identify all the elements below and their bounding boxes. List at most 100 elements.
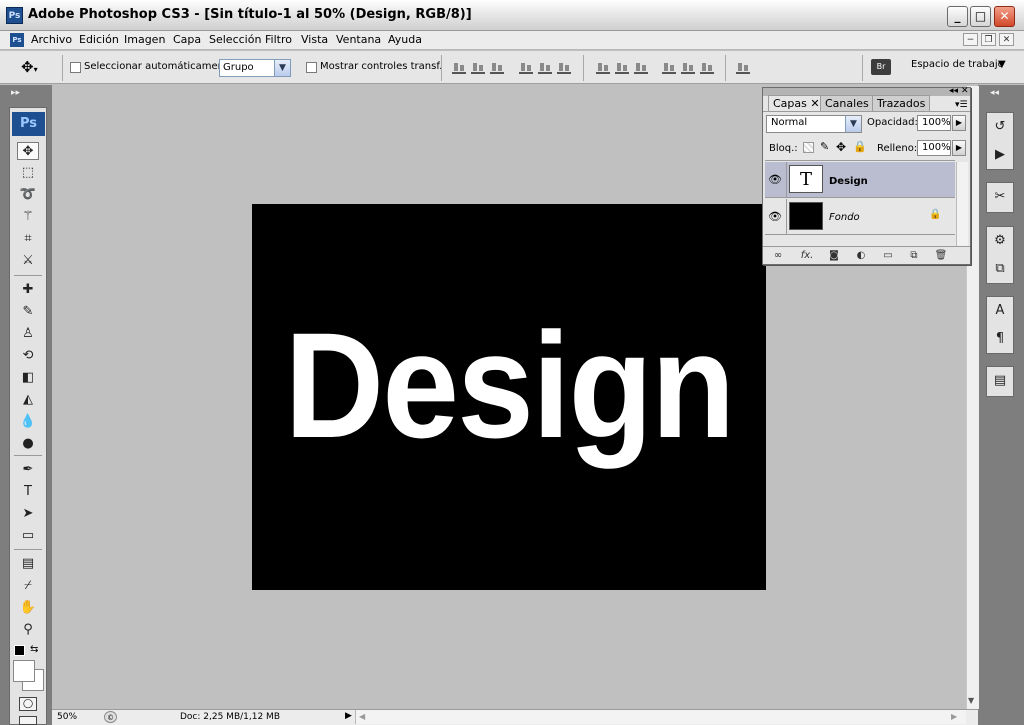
character-panel-icon[interactable]: A bbox=[989, 301, 1011, 321]
menu-filtro[interactable]: Filtro bbox=[265, 33, 292, 46]
swap-colors-icon[interactable]: ⇆ bbox=[30, 644, 38, 655]
fill-arrow-icon[interactable]: ▶ bbox=[952, 140, 966, 156]
layer-name-fondo[interactable]: Fondo bbox=[829, 212, 860, 223]
magic-wand-tool-icon[interactable]: ⚚ bbox=[17, 208, 39, 226]
panel-collapse-icon[interactable]: ◂◂ bbox=[949, 86, 958, 96]
doc-close-button[interactable]: ✕ bbox=[999, 33, 1014, 46]
blur-tool-icon[interactable]: 💧 bbox=[17, 413, 39, 431]
notes-tool-icon[interactable]: ▤ bbox=[17, 555, 39, 573]
adjustment-layer-icon[interactable]: ◐ bbox=[853, 249, 869, 263]
lasso-tool-icon[interactable]: ➰ bbox=[17, 186, 39, 204]
auto-select-checkbox[interactable] bbox=[70, 62, 81, 73]
auto-align-layers-icon[interactable] bbox=[736, 61, 750, 74]
tab-close-icon[interactable]: ✕ bbox=[810, 97, 819, 110]
eraser-tool-icon[interactable]: ◧ bbox=[17, 369, 39, 387]
screen-mode-icon[interactable] bbox=[19, 716, 37, 725]
menu-edicion[interactable]: Edición bbox=[79, 33, 119, 46]
quick-mask-icon[interactable]: ◯ bbox=[19, 697, 37, 711]
status-menu-arrow-icon[interactable]: ▶ bbox=[345, 711, 352, 721]
align-left-icon[interactable] bbox=[519, 61, 533, 74]
panel-menu-icon[interactable]: ▾☰ bbox=[955, 100, 968, 110]
actions-panel-icon[interactable]: ▶ bbox=[989, 145, 1011, 165]
path-selection-tool-icon[interactable]: ➤ bbox=[17, 505, 39, 523]
doc-restore-button[interactable]: ❐ bbox=[981, 33, 996, 46]
layer-comps-panel-icon[interactable]: ▤ bbox=[989, 371, 1011, 391]
history-panel-icon[interactable]: ↺ bbox=[989, 117, 1011, 137]
paragraph-panel-icon[interactable]: ¶ bbox=[989, 329, 1011, 349]
bridge-icon[interactable]: Br bbox=[871, 59, 891, 75]
photoshop-logo[interactable]: Ps bbox=[12, 112, 45, 136]
opacity-input[interactable]: 100% bbox=[917, 115, 951, 131]
document-icon[interactable]: Ps bbox=[10, 33, 24, 47]
distribute-vertical-center-icon[interactable] bbox=[615, 61, 629, 74]
move-tool-icon[interactable]: ✥ bbox=[17, 142, 39, 160]
lock-pixels-icon[interactable]: ✎ bbox=[820, 140, 829, 153]
lock-all-icon[interactable]: 🔒 bbox=[853, 140, 867, 153]
canvas-text-layer[interactable]: Design bbox=[273, 300, 746, 470]
clone-stamp-tool-icon[interactable]: ♙ bbox=[17, 325, 39, 343]
doc-minimize-button[interactable]: − bbox=[963, 33, 978, 46]
blend-mode-dropdown[interactable]: Normal ▼ bbox=[766, 115, 862, 133]
fill-input[interactable]: 100% bbox=[917, 140, 951, 156]
minimize-button[interactable]: _ bbox=[947, 6, 968, 27]
menu-imagen[interactable]: Imagen bbox=[124, 33, 165, 46]
move-tool-icon[interactable]: ✥▾ bbox=[21, 58, 38, 76]
horizontal-scrollbar[interactable]: ◀ ▶ bbox=[355, 710, 966, 724]
workspace-dropdown-icon[interactable]: ▼ bbox=[998, 59, 1006, 70]
eye-icon[interactable]: 👁 bbox=[767, 209, 783, 225]
opacity-arrow-icon[interactable]: ▶ bbox=[952, 115, 966, 131]
tool-presets-panel-icon[interactable]: ✂ bbox=[989, 187, 1011, 207]
lock-transparency-icon[interactable] bbox=[803, 142, 814, 153]
distribute-bottom-icon[interactable] bbox=[634, 61, 648, 74]
brush-tool-icon[interactable]: ✎ bbox=[17, 303, 39, 321]
pen-tool-icon[interactable]: ✒ bbox=[17, 461, 39, 479]
lock-position-icon[interactable]: ✥ bbox=[836, 140, 846, 154]
dodge-tool-icon[interactable]: ● bbox=[17, 435, 39, 453]
zoom-tool-icon[interactable]: ⚲ bbox=[17, 621, 39, 639]
workspace-label[interactable]: Espacio de trabajo bbox=[911, 59, 1004, 70]
auto-select-dropdown[interactable]: Grupo ▼ bbox=[219, 59, 291, 77]
collapse-toolbox-icon[interactable]: ▸▸ bbox=[11, 88, 20, 98]
close-button[interactable]: ✕ bbox=[994, 6, 1015, 27]
scroll-right-icon[interactable]: ▶ bbox=[951, 712, 957, 721]
clone-source-panel-icon[interactable]: ⧉ bbox=[989, 259, 1011, 279]
panel-close-icon[interactable]: ✕ bbox=[961, 86, 969, 96]
align-top-icon[interactable] bbox=[452, 61, 466, 74]
scroll-left-icon[interactable]: ◀ bbox=[359, 712, 365, 721]
align-right-icon[interactable] bbox=[557, 61, 571, 74]
status-info-icon[interactable]: © bbox=[104, 711, 117, 723]
eyedropper-tool-icon[interactable]: ⌿ bbox=[17, 577, 39, 595]
layer-row-fondo[interactable]: 👁 Fondo 🔒 bbox=[765, 199, 955, 235]
align-bottom-icon[interactable] bbox=[490, 61, 504, 74]
layer-style-icon[interactable]: fx. bbox=[799, 249, 815, 263]
type-tool-icon[interactable]: T bbox=[17, 483, 39, 501]
distribute-right-icon[interactable] bbox=[700, 61, 714, 74]
collapse-dock-icon[interactable]: ◂◂ bbox=[990, 88, 999, 98]
add-mask-icon[interactable]: ◙ bbox=[826, 249, 842, 263]
align-horizontal-center-icon[interactable] bbox=[538, 61, 552, 74]
menu-archivo[interactable]: Archivo bbox=[31, 33, 72, 46]
menu-vista[interactable]: Vista bbox=[301, 33, 328, 46]
default-colors-icon[interactable] bbox=[14, 645, 25, 656]
menu-seleccion[interactable]: Selección bbox=[209, 33, 261, 46]
delete-layer-icon[interactable]: 🗑 bbox=[933, 249, 949, 263]
align-vertical-center-icon[interactable] bbox=[471, 61, 485, 74]
layer-row-design[interactable]: 👁 T Design bbox=[765, 162, 955, 198]
crop-tool-icon[interactable]: ⌗ bbox=[17, 230, 39, 248]
menu-ayuda[interactable]: Ayuda bbox=[388, 33, 422, 46]
shape-tool-icon[interactable]: ▭ bbox=[17, 527, 39, 545]
distribute-horizontal-center-icon[interactable] bbox=[681, 61, 695, 74]
distribute-top-icon[interactable] bbox=[596, 61, 610, 74]
hand-tool-icon[interactable]: ✋ bbox=[17, 599, 39, 617]
tab-canales[interactable]: Canales bbox=[820, 95, 874, 111]
new-group-icon[interactable]: ▭ bbox=[880, 249, 896, 263]
eye-icon[interactable]: 👁 bbox=[767, 172, 783, 188]
tab-trazados[interactable]: Trazados bbox=[872, 95, 931, 111]
transform-controls-checkbox[interactable] bbox=[306, 62, 317, 73]
distribute-left-icon[interactable] bbox=[662, 61, 676, 74]
link-layers-icon[interactable]: ∞ bbox=[770, 249, 786, 263]
scroll-down-icon[interactable]: ▼ bbox=[968, 696, 974, 705]
zoom-level[interactable]: 50% bbox=[54, 710, 100, 724]
healing-brush-tool-icon[interactable]: ✚ bbox=[17, 281, 39, 299]
menu-capa[interactable]: Capa bbox=[173, 33, 201, 46]
